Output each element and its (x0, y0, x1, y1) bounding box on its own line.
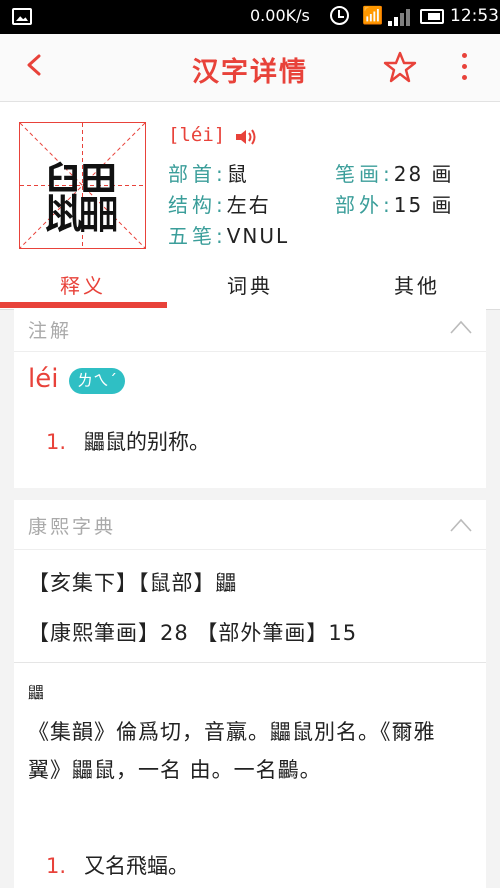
strokes-key: 笔画: (335, 162, 394, 186)
chevron-up-icon[interactable] (450, 320, 472, 334)
wubi-value: VNUL (226, 224, 290, 248)
radical-value: 鼠 (226, 162, 249, 186)
definition-item: 1. 鼺鼠的别称。 (46, 426, 210, 456)
radical-key: 部首: (168, 162, 227, 186)
kangxi-title: 康熙字典 (28, 516, 117, 538)
annotation-pinyin: léi (28, 364, 59, 394)
pinyin-label: [léi] (168, 124, 226, 146)
tab-dictionary[interactable]: 词典 (167, 270, 333, 299)
definition-text: 鼺鼠的别称。 (84, 430, 211, 454)
back-arrow-icon[interactable] (24, 54, 46, 76)
wubi-info: 五笔:VNUL (168, 220, 289, 249)
battery-icon (420, 9, 444, 24)
more-menu-icon[interactable] (457, 50, 471, 84)
kangxi-strokes-line: 【康熙筆画】28 【部外筆画】15 (28, 621, 358, 645)
tab-meaning[interactable]: 释义 (0, 270, 166, 299)
kangxi-card-header[interactable]: 康熙字典 (14, 500, 486, 550)
annotation-card: 注解 léi ㄌㄟˊ 1. 鼺鼠的别称。 (14, 308, 486, 488)
divider (14, 662, 486, 663)
zhuyin-badge: ㄌㄟˊ (69, 368, 126, 394)
character-header: 鼺 [léi] 部首:鼠 笔画:28 画 结构:左右 部外:15 画 五笔:VN… (0, 102, 500, 260)
character-grid-box: 鼺 (19, 122, 146, 249)
annotation-card-header[interactable]: 注解 (14, 308, 486, 352)
structure-info: 结构:左右 (168, 189, 271, 218)
speaker-icon[interactable] (234, 128, 258, 146)
kangxi-small-character: 鼺 (28, 683, 45, 702)
outer-strokes-info: 部外:15 画 (335, 189, 454, 218)
chevron-up-icon[interactable] (450, 518, 472, 532)
kangxi-section-line: 【亥集下】【鼠部】鼺 (28, 571, 238, 595)
network-speed: 0.00K/s (250, 6, 310, 25)
gallery-notification-icon (12, 8, 32, 25)
kangxi-paragraph: 《集韻》倫爲切，音羸。鼺鼠別名。《爾雅翼》鼺鼠，一名 由。一名鸓。 (28, 720, 436, 782)
outer-strokes-key: 部外: (335, 193, 394, 217)
definition-number: 1. (46, 854, 67, 878)
alarm-icon (330, 6, 349, 25)
definition-text: 又名飛蝠。 (84, 854, 190, 878)
structure-key: 结构: (168, 193, 227, 217)
structure-value: 左右 (226, 193, 271, 217)
page-title: 汉字详情 (192, 57, 308, 88)
tab-other[interactable]: 其他 (334, 270, 500, 299)
status-bar: 0.00K/s 📶 12:53 (0, 0, 500, 34)
radical-info: 部首:鼠 (168, 158, 249, 187)
wubi-key: 五笔: (168, 224, 227, 248)
strokes-info: 笔画:28 画 (335, 158, 454, 187)
favorite-star-icon[interactable] (383, 50, 417, 84)
annotation-title: 注解 (28, 320, 73, 342)
wifi-icon: 📶 (362, 6, 384, 26)
definition-number: 1. (46, 430, 67, 454)
strokes-value: 28 画 (393, 162, 454, 186)
outer-strokes-value: 15 画 (393, 193, 454, 217)
clock: 12:53 (450, 6, 499, 26)
cell-signal-icon (388, 8, 410, 26)
kangxi-card: 康熙字典 【亥集下】【鼠部】鼺 【康熙筆画】28 【部外筆画】15 鼺 《集韻》… (14, 500, 486, 888)
kangxi-definition-item: 1. 又名飛蝠。 (46, 850, 189, 880)
app-bar: 汉字详情 (0, 34, 500, 102)
main-character: 鼺 (43, 155, 122, 245)
